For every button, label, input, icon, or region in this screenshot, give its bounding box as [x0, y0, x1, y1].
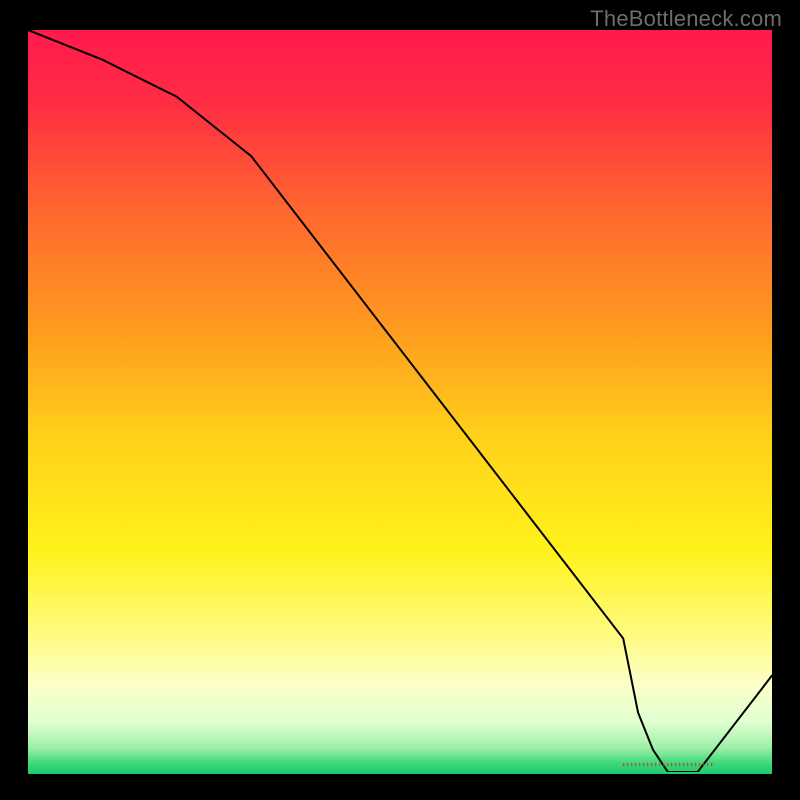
plot-area: [28, 30, 772, 772]
watermark-text: TheBottleneck.com: [590, 6, 782, 32]
chart-container: TheBottleneck.com: [0, 0, 800, 800]
bottleneck-curve: [28, 30, 772, 772]
